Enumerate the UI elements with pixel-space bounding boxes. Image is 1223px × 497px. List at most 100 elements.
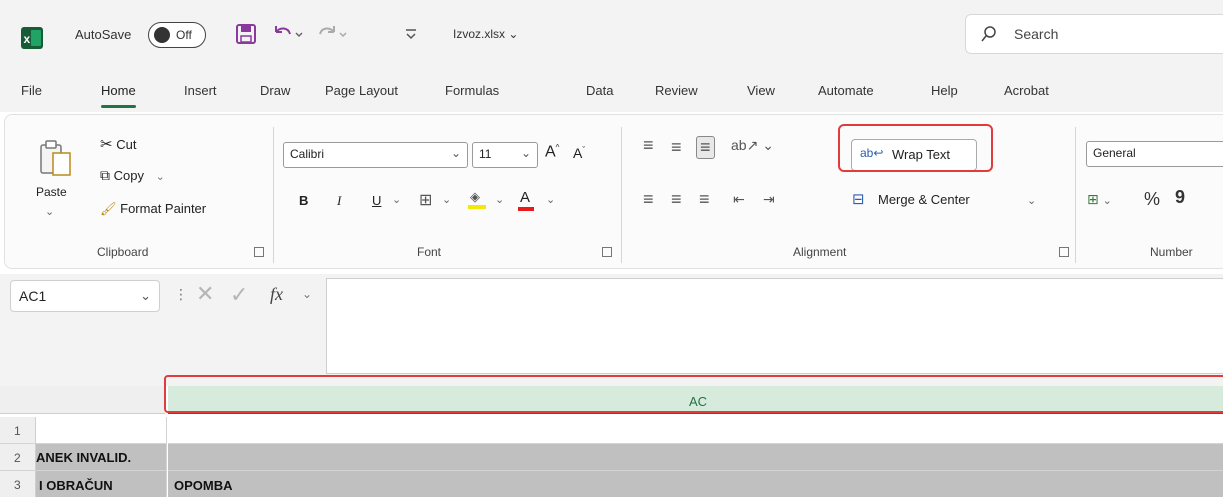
clipboard-group-label: Clipboard (97, 245, 149, 259)
accounting-format-icon[interactable]: ⊞ ⌄ (1087, 191, 1112, 208)
search-icon (981, 26, 996, 42)
italic-button[interactable]: I (337, 193, 341, 209)
undo-icon[interactable] (272, 22, 306, 46)
separator (1075, 127, 1076, 263)
wrap-text-highlight (838, 124, 993, 172)
formula-input[interactable] (326, 278, 1223, 374)
decrease-font-icon[interactable]: Aˇ (573, 145, 585, 161)
align-right-icon[interactable]: ≡ (699, 189, 710, 210)
cell-row1-left[interactable] (36, 417, 167, 444)
tab-help[interactable]: Help (931, 83, 958, 98)
copy-icon: ⧉ (100, 167, 110, 183)
autosave-state: Off (176, 28, 192, 42)
align-top-icon[interactable]: ≡ (643, 135, 654, 156)
font-name-dropdown[interactable]: Calibri ⌄ (283, 142, 468, 168)
tab-view[interactable]: View (747, 83, 775, 98)
separator (273, 127, 274, 263)
percent-button[interactable]: % (1144, 189, 1160, 210)
ribbon-tabs: File Home Insert Draw Page Layout Formul… (0, 70, 1223, 112)
tab-acrobat[interactable]: Acrobat (1004, 83, 1049, 98)
formula-bar: AC1 ⌄ ⋮ ✕ ✓ fx ⌄ (0, 274, 1223, 386)
format-painter-button[interactable]: 🖌 Format Painter (100, 201, 206, 217)
borders-dropdown-icon[interactable]: ⌄ (442, 193, 451, 206)
borders-icon[interactable]: ⊞ (419, 190, 432, 210)
excel-logo-icon: x (21, 27, 43, 49)
cell-row2-left[interactable]: ANEK INVALID. (36, 444, 167, 471)
name-box-value: AC1 (19, 288, 47, 304)
tab-draw[interactable]: Draw (260, 83, 290, 98)
merge-dropdown-icon[interactable]: ⌄ (1027, 194, 1036, 207)
cell-ac2[interactable] (168, 444, 1223, 471)
tab-formulas[interactable]: Formulas (445, 83, 499, 98)
formula-bar-grip-icon[interactable]: ⋮ (174, 286, 188, 303)
toggle-knob (154, 27, 170, 43)
number-format-dropdown[interactable]: General (1086, 141, 1223, 167)
increase-indent-icon[interactable]: ⇥ (763, 191, 775, 208)
search-box[interactable]: Search (965, 14, 1223, 54)
tab-file[interactable]: File (21, 83, 42, 98)
autosave-toggle[interactable]: Off (148, 22, 206, 48)
copy-button[interactable]: ⧉ Copy ⌄ (100, 167, 165, 184)
number-group-label: Number (1150, 245, 1193, 259)
font-launcher-icon[interactable] (602, 247, 612, 257)
cell-ac3[interactable]: OPOMBA (168, 471, 1223, 497)
separator (621, 127, 622, 263)
select-all-corner[interactable] (0, 386, 165, 414)
paste-label[interactable]: Paste (36, 185, 67, 199)
fx-dropdown-icon[interactable]: ⌄ (302, 287, 312, 301)
tab-automate[interactable]: Automate (818, 83, 874, 98)
paste-icon[interactable] (39, 139, 73, 177)
customize-toolbar-icon[interactable] (404, 22, 418, 46)
underline-dropdown-icon[interactable]: ⌄ (392, 193, 401, 206)
enter-icon[interactable]: ✓ (230, 282, 248, 308)
font-color-dropdown-icon[interactable]: ⌄ (546, 193, 555, 206)
name-box-dropdown-icon[interactable]: ⌄ (140, 288, 151, 304)
redo-icon[interactable] (316, 22, 350, 46)
fill-color-dropdown-icon[interactable]: ⌄ (495, 193, 504, 206)
tab-home[interactable]: Home (101, 83, 136, 108)
fill-color-icon[interactable]: ◈ (468, 189, 486, 209)
cut-button[interactable]: ✂ Cut (100, 135, 136, 153)
clipboard-launcher-icon[interactable] (254, 247, 264, 257)
merge-center-button[interactable]: Merge & Center (878, 192, 970, 207)
title-bar: x AutoSave Off Izvoz.xlsx ⌄ Search (0, 0, 1223, 70)
comma-style-button[interactable]: 9 (1175, 187, 1185, 208)
save-icon[interactable] (236, 22, 256, 46)
svg-text:x: x (24, 32, 31, 46)
tab-page-layout[interactable]: Page Layout (325, 83, 398, 98)
align-bottom-icon[interactable]: ≡ (696, 136, 715, 159)
orientation-icon[interactable]: ab↗ ⌄ (731, 137, 774, 154)
ribbon-home: Paste ⌄ ✂ Cut ⧉ Copy ⌄ 🖌 Format Painter … (4, 114, 1223, 269)
bold-button[interactable]: B (299, 193, 308, 208)
file-name[interactable]: Izvoz.xlsx ⌄ (453, 27, 518, 41)
row-header-3[interactable]: 3 (0, 471, 36, 497)
increase-font-icon[interactable]: A^ (545, 143, 559, 161)
autosave-label: AutoSave (75, 27, 132, 42)
font-color-icon[interactable]: A (518, 189, 534, 211)
font-group-label: Font (417, 245, 442, 259)
insert-function-icon[interactable]: fx (270, 284, 283, 305)
tab-data[interactable]: Data (586, 83, 613, 98)
column-ac-highlight (164, 375, 1223, 413)
format-painter-icon: 🖌 (100, 201, 117, 216)
underline-button[interactable]: U (372, 193, 381, 208)
name-box[interactable]: AC1 ⌄ (10, 280, 160, 312)
row-header-2[interactable]: 2 (0, 444, 36, 471)
align-middle-icon[interactable]: ≡ (671, 137, 682, 158)
alignment-group-label: Alignment (793, 245, 847, 259)
cut-icon: ✂ (100, 136, 113, 153)
font-size-dropdown[interactable]: 11 ⌄ (472, 142, 538, 168)
align-left-icon[interactable]: ≡ (643, 189, 654, 210)
tab-review[interactable]: Review (655, 83, 698, 98)
alignment-launcher-icon[interactable] (1059, 247, 1069, 257)
search-placeholder: Search (1014, 26, 1059, 42)
cancel-icon[interactable]: ✕ (196, 281, 214, 307)
cell-ac1[interactable] (168, 417, 1223, 444)
align-center-icon[interactable]: ≡ (671, 189, 682, 210)
tab-insert[interactable]: Insert (184, 83, 217, 98)
merge-center-icon[interactable]: ⊟ (852, 190, 865, 208)
decrease-indent-icon[interactable]: ⇤ (733, 191, 745, 208)
row-header-1[interactable]: 1 (0, 417, 36, 444)
paste-dropdown-icon[interactable]: ⌄ (45, 205, 54, 218)
cell-row3-left[interactable]: I OBRAČUN (36, 471, 167, 497)
